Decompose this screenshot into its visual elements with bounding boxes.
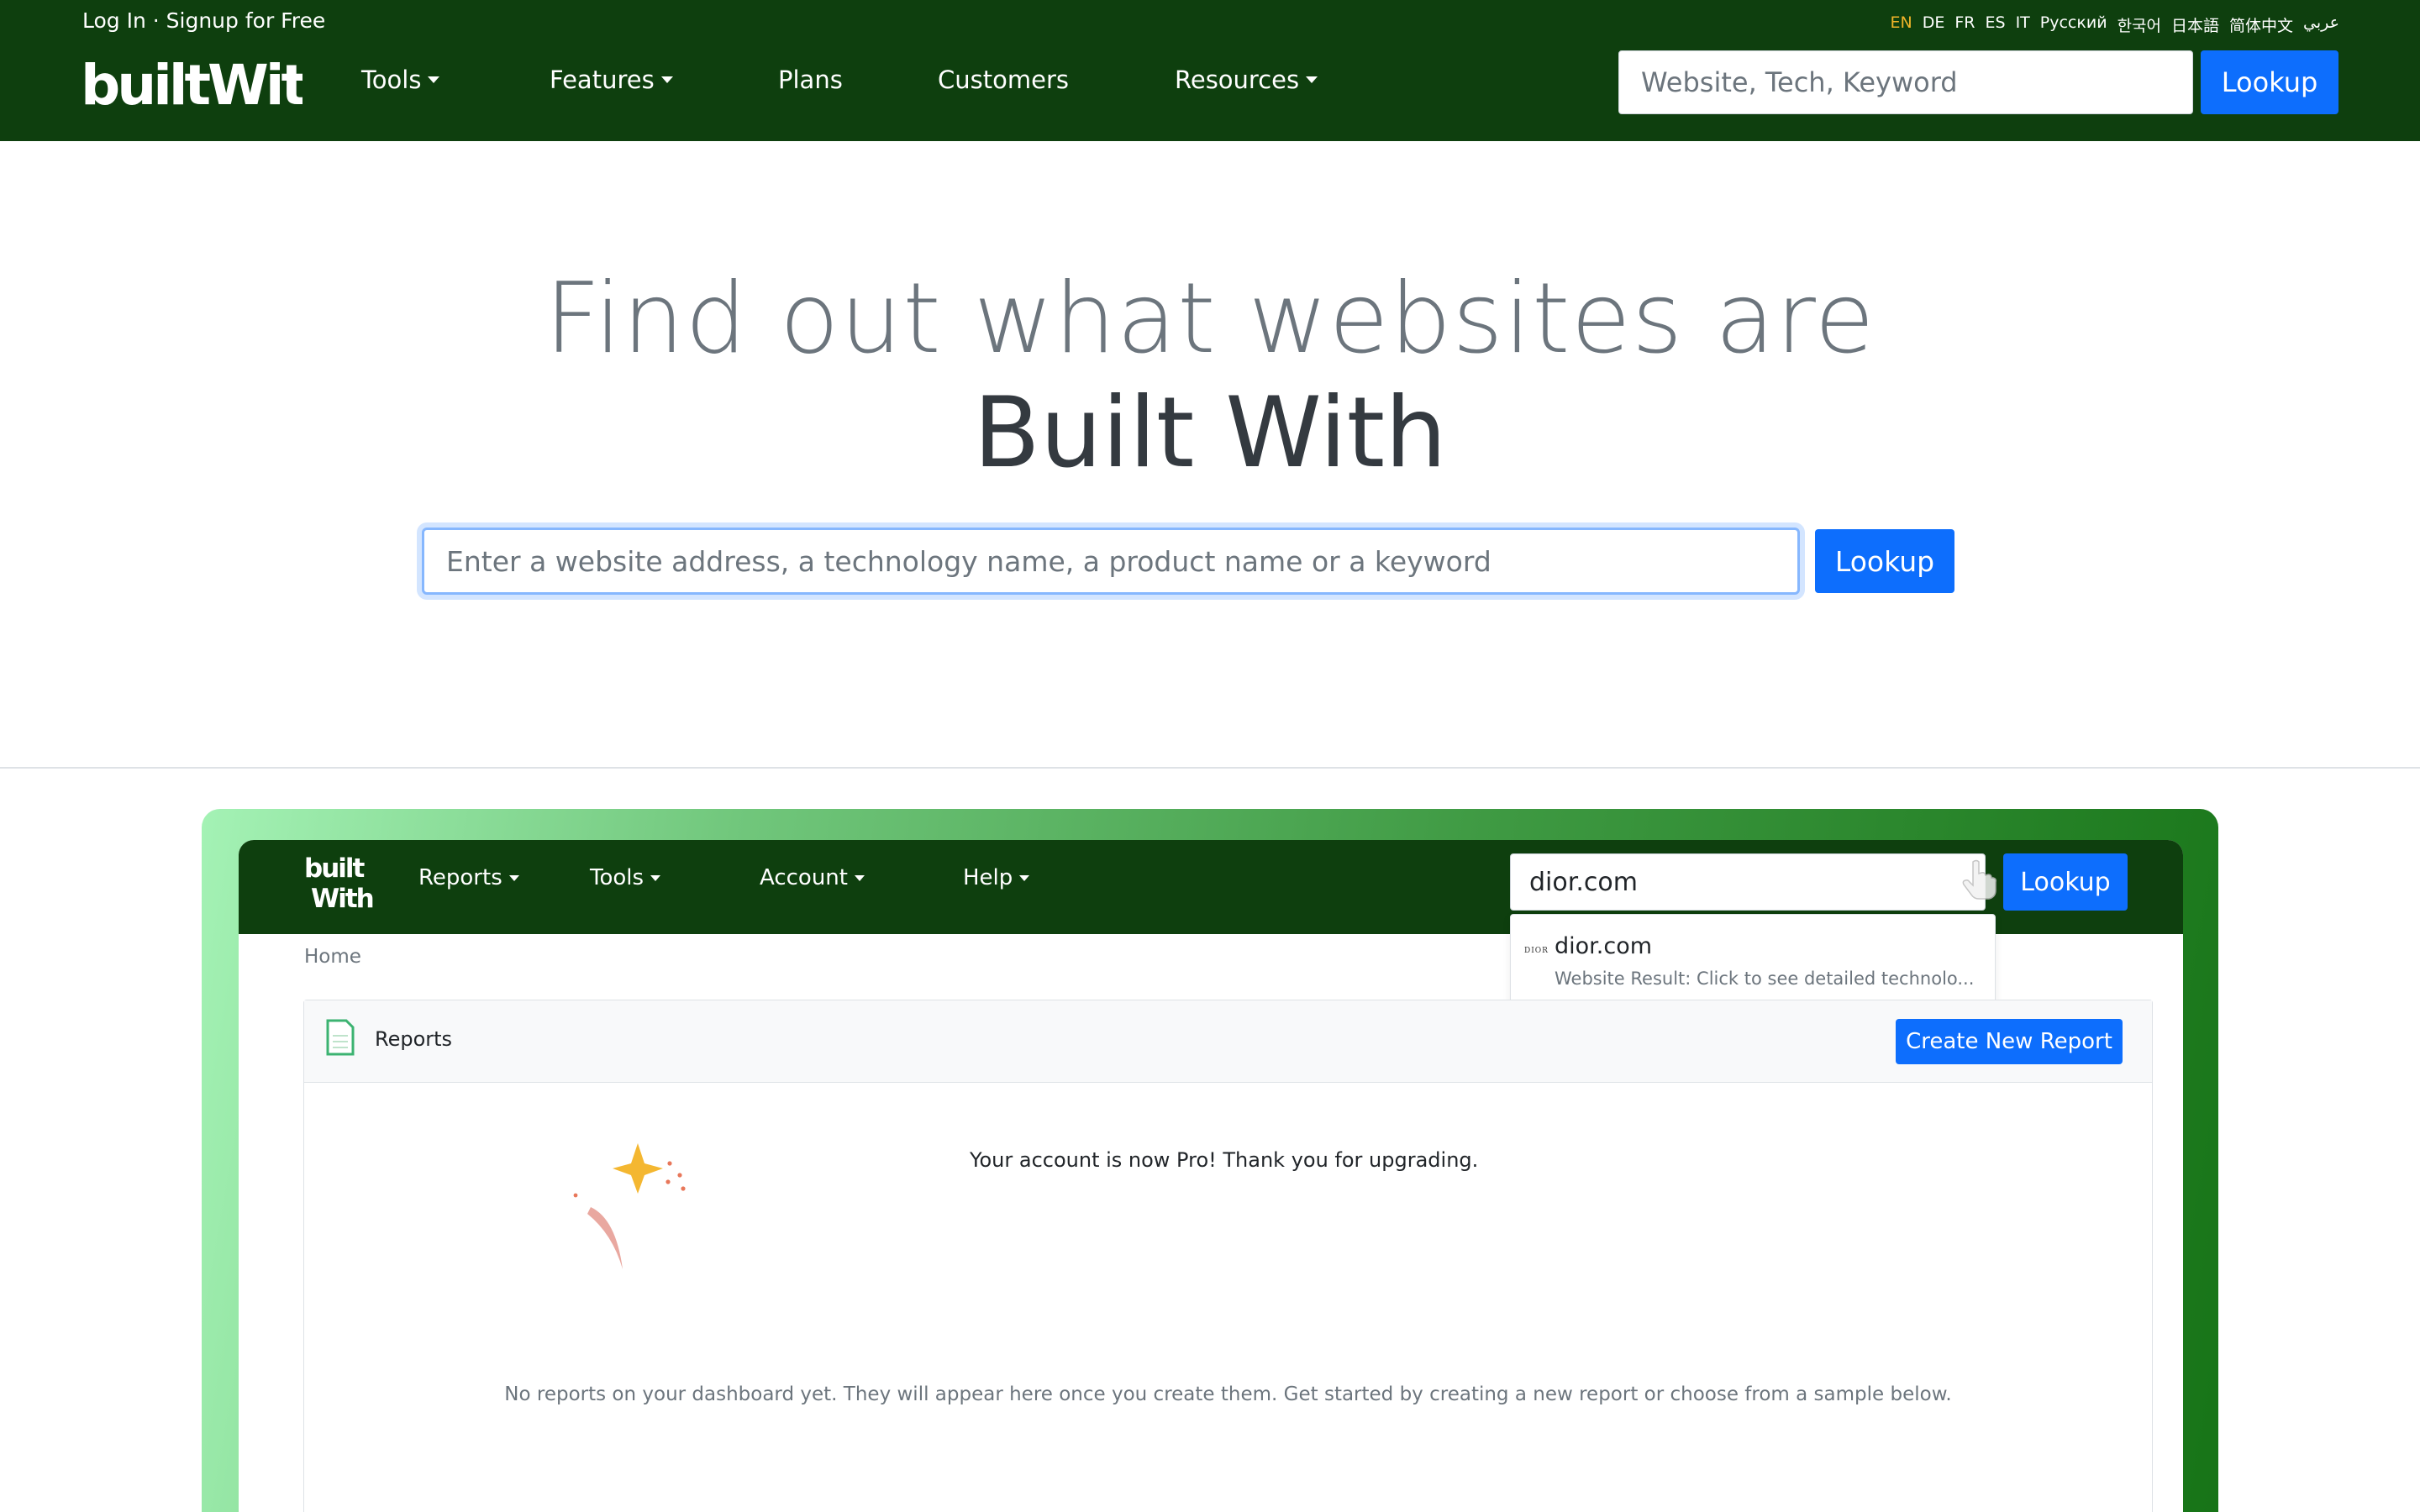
chevron-down-icon	[650, 874, 661, 881]
hero-heading-line2: Built With	[973, 376, 1447, 490]
demo-logo-top: built	[304, 853, 366, 884]
lang-ja[interactable]: 日本語	[2171, 13, 2219, 36]
auth-links[interactable]: Log In · Signup for Free	[82, 8, 325, 33]
breadcrumb[interactable]: Home	[304, 946, 361, 968]
lang-it[interactable]: IT	[2016, 13, 2030, 36]
hero-heading-line1: Find out what websites are	[544, 262, 1876, 375]
language-switcher: EN DE FR ES IT Русский 한국어 日本語 简体中文 عربي	[1890, 13, 2339, 36]
create-new-report-button[interactable]: Create New Report	[1896, 1019, 2123, 1064]
nav-plans[interactable]: Plans	[778, 66, 938, 94]
demo-nav-tools[interactable]: Tools	[590, 865, 760, 890]
lang-es[interactable]: ES	[1985, 13, 2005, 36]
nav-tools[interactable]: Tools	[361, 66, 550, 94]
chevron-down-icon	[428, 76, 440, 83]
hand-cursor-icon	[1962, 859, 1996, 900]
empty-reports-message: No reports on your dashboard yet. They w…	[504, 1383, 1952, 1405]
chevron-down-icon	[508, 874, 519, 881]
dior-favicon-icon: DIOR	[1524, 947, 1549, 955]
nav-customers-label: Customers	[938, 66, 1069, 94]
nav-plans-label: Plans	[778, 66, 843, 94]
demo-nav-account-label: Account	[760, 865, 848, 890]
lang-en[interactable]: EN	[1890, 13, 1912, 36]
reports-card: Reports Create New Report Your account i…	[303, 1000, 2153, 1512]
reports-card-title: Reports	[375, 1027, 453, 1051]
lang-ar[interactable]: عربي	[2303, 13, 2339, 36]
nav-resources[interactable]: Resources	[1175, 66, 1318, 94]
search-suggestion-dropdown[interactable]: DIOR dior.com Website Result: Click to s…	[1510, 914, 1996, 1010]
builtwith-logo[interactable]: builtWith	[81, 49, 302, 114]
nav-resources-label: Resources	[1175, 66, 1300, 94]
demo-nav-account[interactable]: Account	[760, 865, 963, 890]
nav-features-label: Features	[550, 66, 655, 94]
suggestion-title: dior.com	[1555, 933, 1653, 959]
demo-search-input[interactable]: dior.com	[1510, 853, 1986, 911]
top-navbar: Log In · Signup for Free EN DE FR ES IT …	[0, 0, 2420, 141]
reports-card-header: Reports Create New Report	[304, 1000, 2152, 1083]
logo-text: builtWith	[81, 53, 302, 114]
nav-tools-label: Tools	[361, 66, 422, 94]
demo-app-preview: built With Reports Tools Account Help di…	[239, 840, 2183, 1512]
nav-customers[interactable]: Customers	[938, 66, 1175, 94]
top-search-input[interactable]: Website, Tech, Keyword	[1618, 50, 2193, 114]
lang-ru[interactable]: Русский	[2040, 13, 2107, 36]
lang-de[interactable]: DE	[1923, 13, 1945, 36]
demo-main-nav: Reports Tools Account Help	[418, 865, 1030, 890]
chevron-down-icon	[660, 76, 673, 83]
pro-upgrade-message: Your account is now Pro! Thank you for u…	[970, 1148, 1479, 1172]
top-lookup-button[interactable]: Lookup	[2201, 50, 2338, 114]
demo-logo: built With	[304, 853, 373, 914]
lang-ko[interactable]: 한국어	[2118, 13, 2161, 36]
chevron-down-icon	[854, 874, 865, 881]
suggestion-subtitle: Website Result: Click to see detailed te…	[1555, 969, 1975, 989]
demo-nav-tools-label: Tools	[590, 865, 644, 890]
lang-zh[interactable]: 简体中文	[2229, 13, 2293, 36]
main-nav: Tools Features Plans Customers Resources	[361, 66, 1318, 94]
section-divider	[0, 767, 2420, 769]
hero-lookup-button[interactable]: Lookup	[1815, 529, 1954, 593]
lang-fr[interactable]: FR	[1954, 13, 1975, 36]
nav-features[interactable]: Features	[550, 66, 778, 94]
demo-nav-help[interactable]: Help	[963, 865, 1030, 890]
sparkle-icon	[573, 1143, 686, 1269]
chevron-down-icon	[1019, 874, 1030, 881]
chevron-down-icon	[1306, 76, 1318, 83]
demo-lookup-button[interactable]: Lookup	[2003, 853, 2128, 911]
demo-nav-reports[interactable]: Reports	[418, 865, 590, 890]
hero-search-input[interactable]: Enter a website address, a technology na…	[422, 528, 1800, 595]
demo-logo-bottom: With	[311, 884, 373, 914]
demo-nav-reports-label: Reports	[418, 865, 502, 890]
demo-nav-help-label: Help	[963, 865, 1013, 890]
report-document-icon	[326, 1019, 355, 1056]
